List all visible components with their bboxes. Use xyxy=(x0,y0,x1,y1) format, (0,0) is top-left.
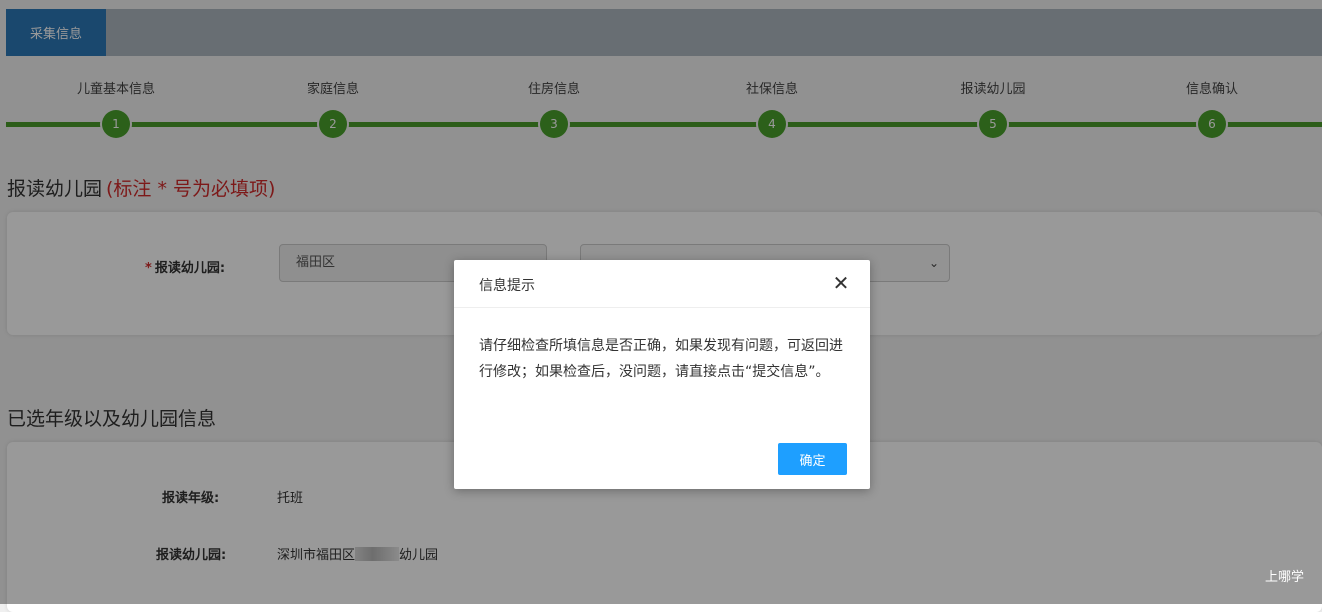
info-dialog: 信息提示 ✕ 请仔细检查所填信息是否正确，如果发现有问题，可返回进行修改；如果检… xyxy=(454,260,870,489)
close-icon[interactable]: ✕ xyxy=(828,270,854,296)
dialog-title: 信息提示 xyxy=(479,278,535,294)
dialog-header: 信息提示 ✕ xyxy=(454,260,870,308)
watermark: 上哪学 xyxy=(1264,570,1304,585)
page: 采集信息 儿童基本信息 1 家庭信息 2 住房信息 3 社保信息 4 报读幼儿园… xyxy=(0,0,1322,612)
confirm-button[interactable]: 确定 xyxy=(778,443,847,475)
dialog-message: 请仔细检查所填信息是否正确，如果发现有问题，可返回进行修改；如果检查后，没问题，… xyxy=(479,338,843,380)
